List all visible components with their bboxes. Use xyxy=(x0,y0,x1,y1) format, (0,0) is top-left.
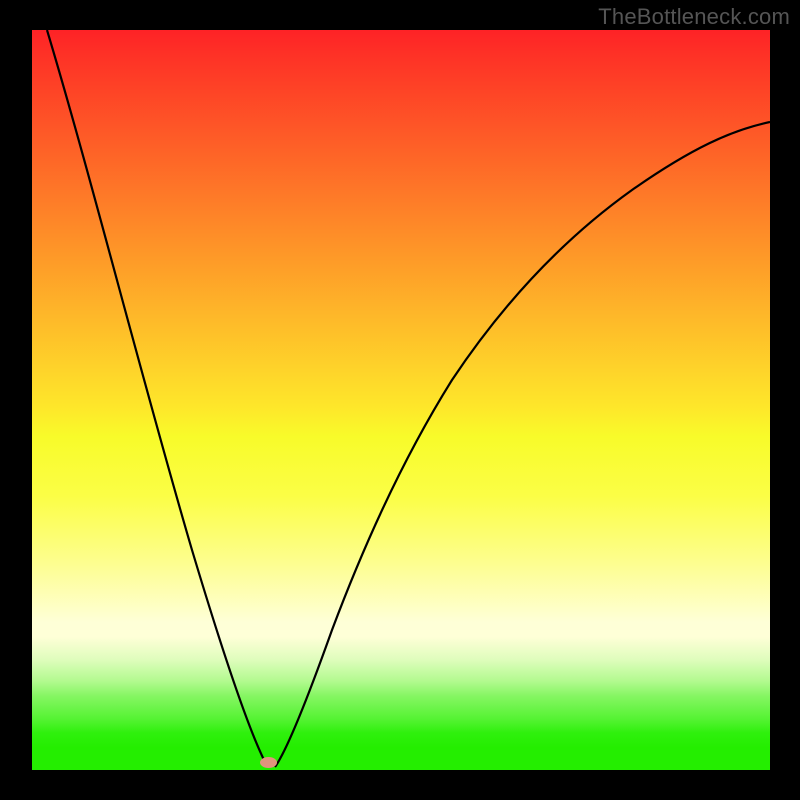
curve-left-branch xyxy=(47,30,269,767)
chart-curve xyxy=(32,30,770,770)
curve-right-branch xyxy=(275,122,770,767)
plot-area xyxy=(32,30,770,770)
watermark-text: TheBottleneck.com xyxy=(598,4,790,30)
chart-marker xyxy=(260,757,277,768)
